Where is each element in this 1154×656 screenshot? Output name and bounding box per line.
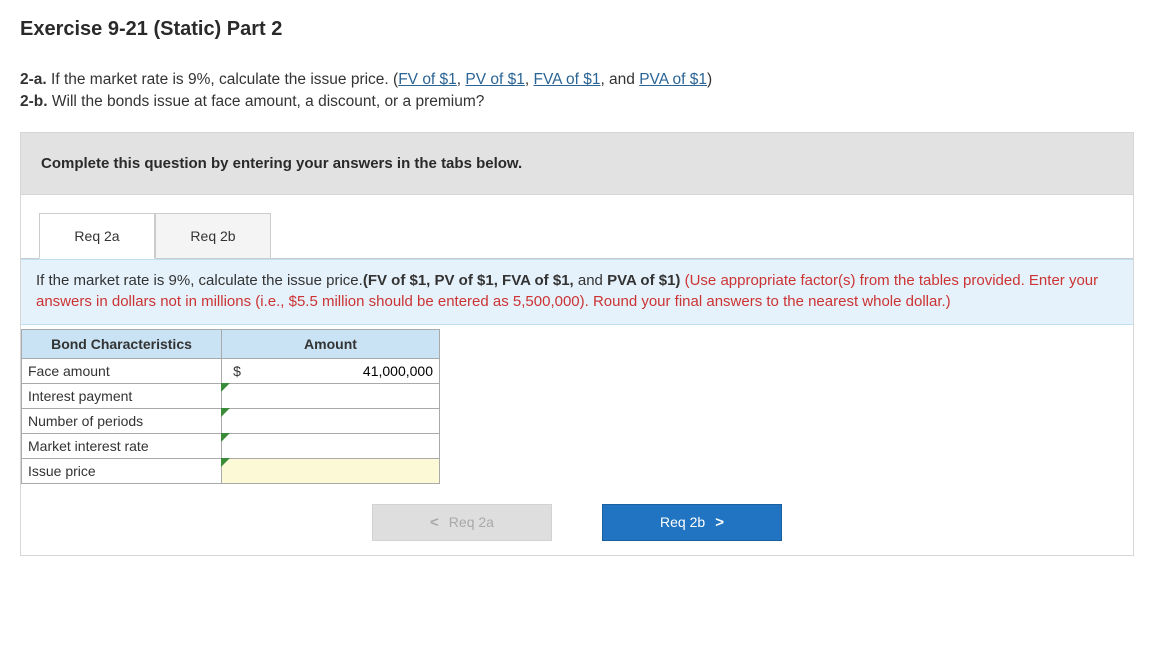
row-interest-payment-cell[interactable] [222, 383, 440, 408]
row-interest-payment-label: Interest payment [22, 383, 222, 408]
row-face-amount-label: Face amount [22, 358, 222, 383]
row-face-amount-cell[interactable]: $ [222, 358, 440, 383]
row-market-rate-cell[interactable] [222, 433, 440, 458]
note-bold2: PVA of $1) [607, 272, 680, 289]
table-row: Number of periods [22, 408, 440, 433]
row-issue-price-label: Issue price [22, 458, 222, 483]
note-bold1: (FV of $1, PV of $1, FVA of $1, [363, 272, 574, 289]
link-pv-of-1[interactable]: PV of $1 [465, 71, 524, 88]
marker-icon [221, 433, 230, 442]
prompt-2a-text: If the market rate is 9%, calculate the … [47, 71, 398, 88]
prompt-2b-prefix: 2-b. [20, 93, 48, 110]
next-button[interactable]: Req 2b > [602, 504, 782, 541]
row-market-rate-label: Market interest rate [22, 433, 222, 458]
prev-button-label: Req 2a [449, 514, 494, 530]
tab-req-2b[interactable]: Req 2b [155, 213, 271, 259]
marker-icon [221, 383, 230, 392]
problem-prompt: 2-a. If the market rate is 9%, calculate… [20, 69, 1134, 114]
table-row: Market interest rate [22, 433, 440, 458]
tab-req-2a[interactable]: Req 2a [39, 213, 155, 259]
prompt-2b-text: Will the bonds issue at face amount, a d… [48, 93, 485, 110]
face-amount-input[interactable] [252, 360, 439, 382]
note-box: If the market rate is 9%, calculate the … [21, 259, 1133, 325]
answer-table-wrap: Bond Characteristics Amount Face amount … [21, 325, 1133, 484]
col-bond-characteristics: Bond Characteristics [22, 329, 222, 358]
chevron-right-icon: > [715, 514, 724, 531]
prev-button[interactable]: < Req 2a [372, 504, 552, 541]
issue-price-input[interactable] [222, 460, 439, 482]
marker-icon [221, 458, 230, 467]
number-periods-input[interactable] [222, 410, 439, 432]
interest-payment-input[interactable] [222, 385, 439, 407]
page-title: Exercise 9-21 (Static) Part 2 [20, 18, 1134, 41]
comma-2: , [525, 71, 534, 88]
note-and: and [574, 272, 607, 289]
and-text: , and [600, 71, 639, 88]
dollar-sign: $ [222, 363, 252, 379]
next-button-label: Req 2b [660, 514, 705, 530]
market-rate-input[interactable] [222, 435, 439, 457]
prompt-2a-prefix: 2-a. [20, 71, 47, 88]
tab-list: Req 2a Req 2b [21, 213, 1133, 259]
marker-icon [221, 408, 230, 417]
instruction-bar: Complete this question by entering your … [20, 132, 1134, 195]
prompt-2a-suffix: ) [707, 71, 712, 88]
row-number-periods-cell[interactable] [222, 408, 440, 433]
link-fv-of-1[interactable]: FV of $1 [398, 71, 457, 88]
chevron-left-icon: < [430, 514, 439, 531]
table-row: Interest payment [22, 383, 440, 408]
col-amount: Amount [222, 329, 440, 358]
nav-row: < Req 2a Req 2b > [21, 484, 1133, 541]
answer-table: Bond Characteristics Amount Face amount … [21, 329, 440, 484]
row-issue-price-cell[interactable] [222, 458, 440, 483]
tab-content: If the market rate is 9%, calculate the … [21, 258, 1133, 541]
table-row: Face amount $ [22, 358, 440, 383]
tabs-region: Req 2a Req 2b If the market rate is 9%, … [20, 195, 1134, 556]
row-number-periods-label: Number of periods [22, 408, 222, 433]
link-pva-of-1[interactable]: PVA of $1 [639, 71, 707, 88]
table-row: Issue price [22, 458, 440, 483]
link-fva-of-1[interactable]: FVA of $1 [534, 71, 601, 88]
note-part1: If the market rate is 9%, calculate the … [36, 272, 363, 289]
